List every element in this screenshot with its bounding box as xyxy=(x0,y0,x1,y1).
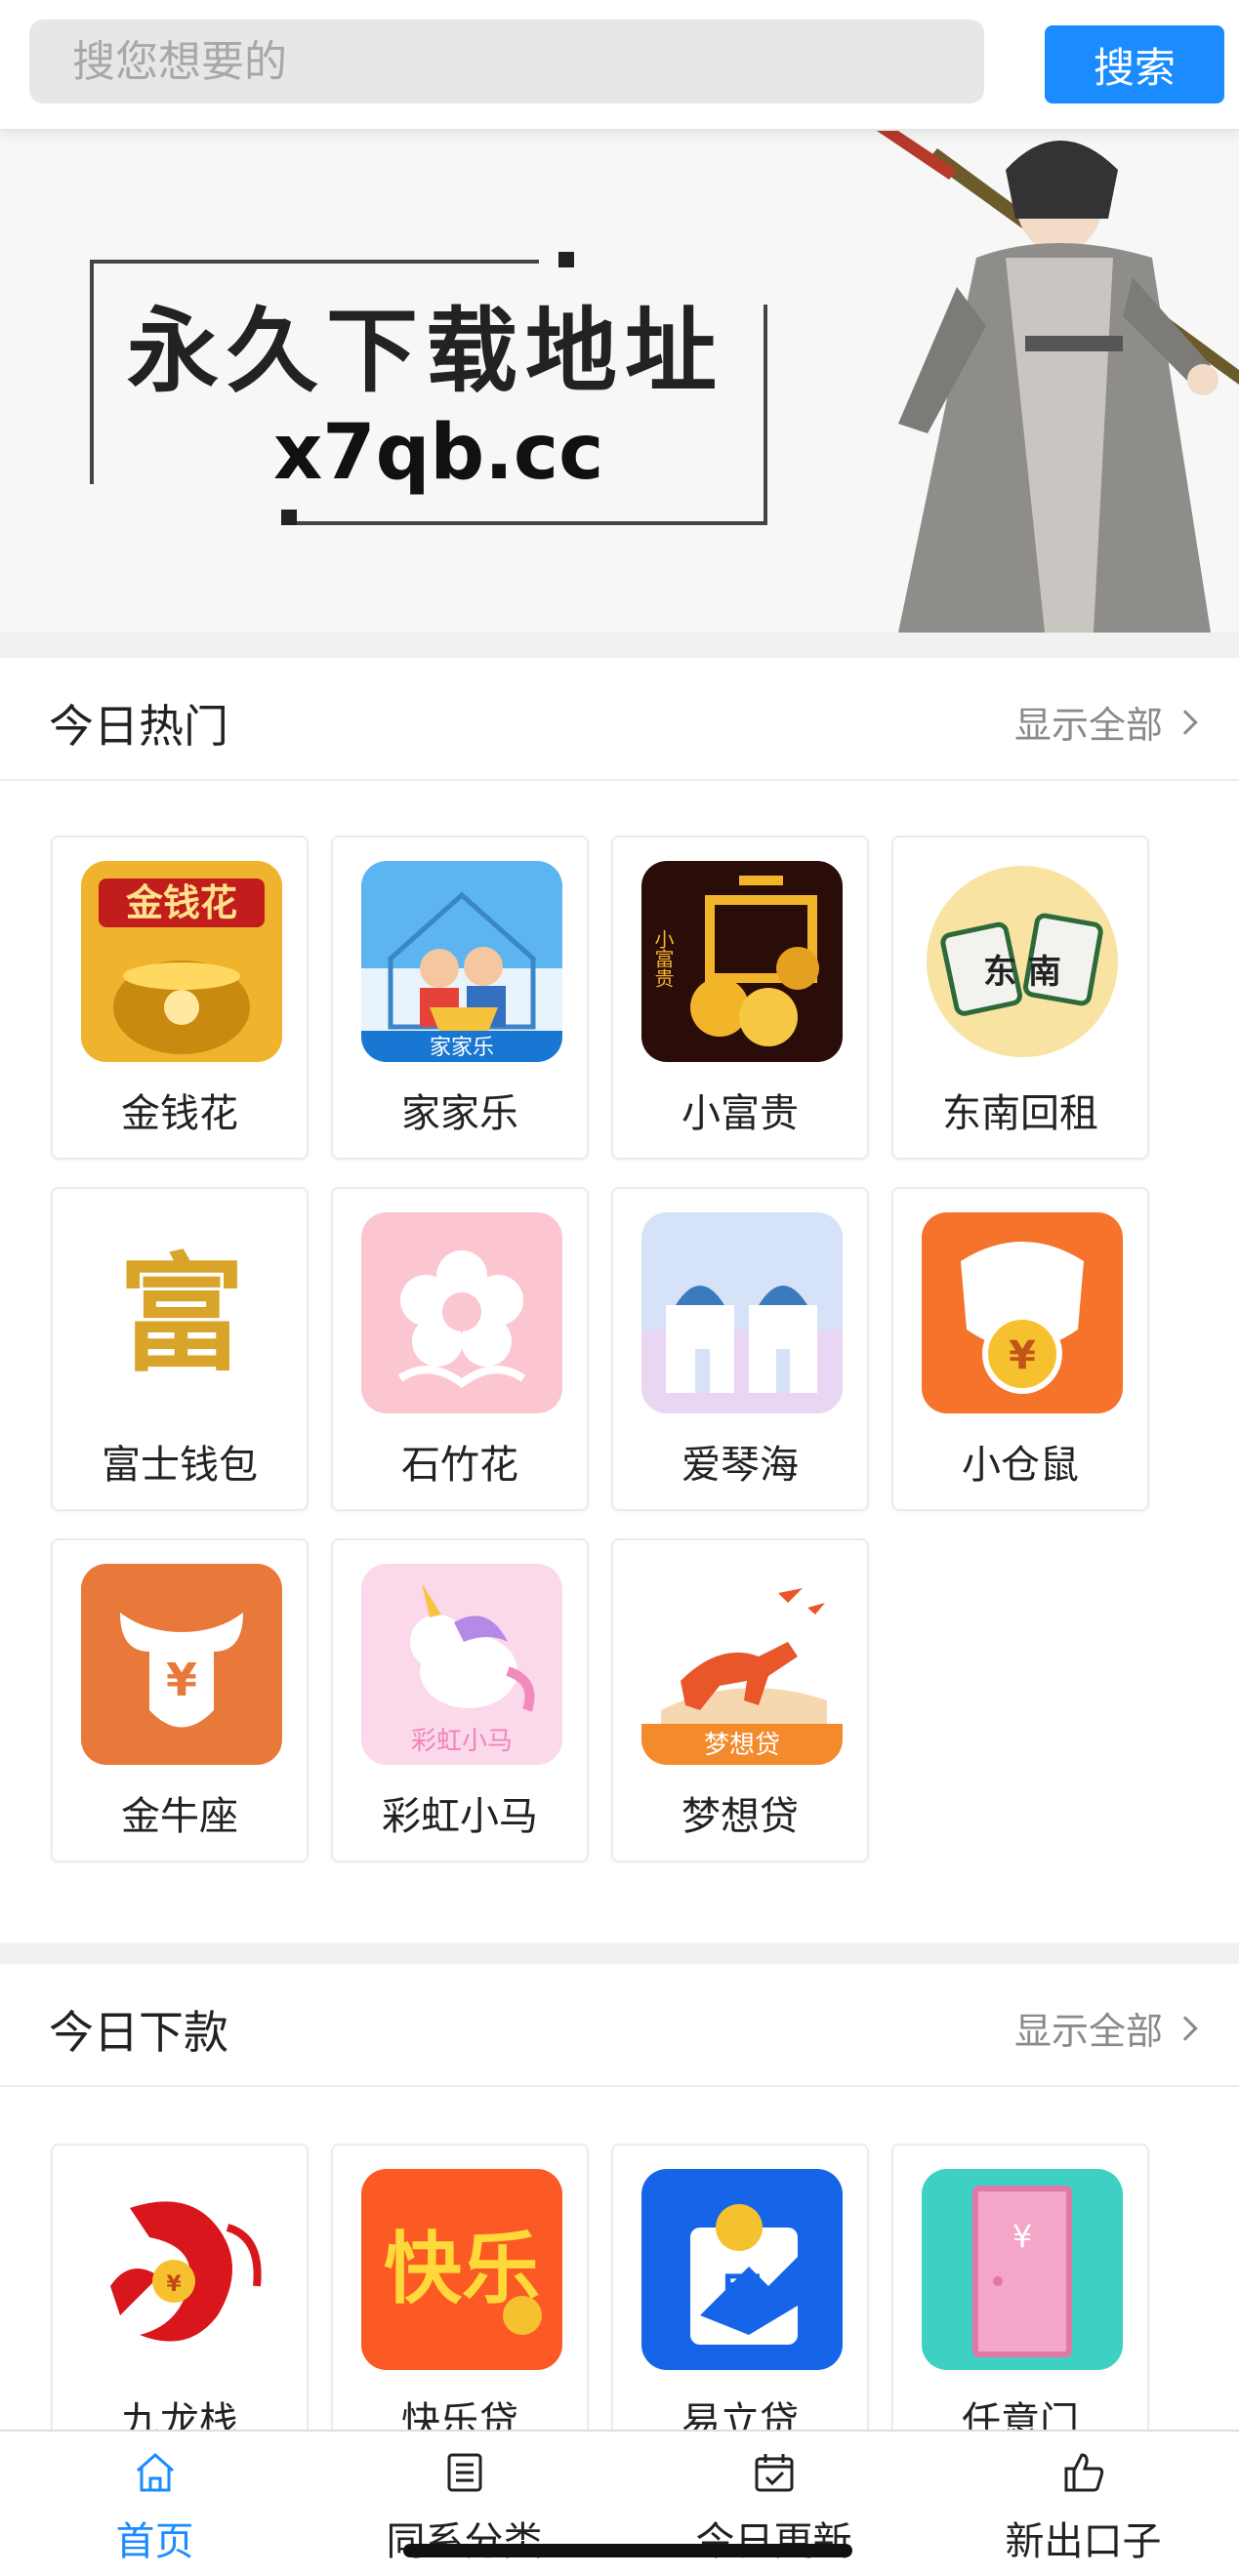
tab-home[interactable]: 首页 xyxy=(0,2432,310,2576)
app-card[interactable]: 东 南 东南回租 xyxy=(891,836,1149,1160)
tab-label: 同系分类 xyxy=(386,2519,543,2564)
thumbs-up-icon xyxy=(1064,2453,1103,2492)
svg-text:彩虹小马: 彩虹小马 xyxy=(411,1727,513,1756)
svg-text:富: 富 xyxy=(118,1240,245,1389)
yi-arrow-icon: 易 xyxy=(641,2169,843,2370)
svg-text:¥: ¥ xyxy=(1012,2218,1032,2255)
pink-door-icon: ¥ xyxy=(922,2169,1123,2370)
show-all-label: 显示全部 xyxy=(1013,704,1163,747)
svg-text:梦想贷: 梦想贷 xyxy=(704,1731,780,1760)
svg-text:¥: ¥ xyxy=(166,2272,182,2297)
app-name: 富士钱包 xyxy=(102,1443,258,1488)
tab-new-loans[interactable]: 新出口子 xyxy=(929,2432,1238,2576)
chevron-right-icon xyxy=(1173,2015,1198,2041)
show-all-link[interactable]: 显示全部 xyxy=(1013,2001,1198,2055)
app-name: 彩虹小马 xyxy=(382,1794,538,1839)
running-horse-icon: 梦想贷 xyxy=(641,1564,843,1765)
app-card[interactable]: 彩虹小马 彩虹小马 xyxy=(331,1538,589,1862)
svg-text:¥: ¥ xyxy=(166,1654,197,1706)
payout-apps-grid: ¥ 九龙栈 快乐 快乐贷 易 易立贷 ¥ 任意门 xyxy=(0,2087,1239,2430)
section-hot-header: 今日热门 显示全部 xyxy=(0,658,1239,781)
app-card[interactable]: ¥ 九龙栈 xyxy=(51,2144,309,2430)
app-name: 金牛座 xyxy=(121,1794,238,1839)
app-name: 任意门 xyxy=(962,2399,1079,2430)
banner-url: x7qb.cc xyxy=(273,409,604,497)
search-header: 搜索 xyxy=(0,0,1239,131)
swordsman-illustration xyxy=(877,131,1239,633)
kuaile-text-icon: 快乐 xyxy=(361,2169,562,2370)
app-name: 小富贵 xyxy=(681,1091,799,1136)
app-name: 小仓鼠 xyxy=(962,1443,1079,1488)
app-name: 九龙栈 xyxy=(121,2399,238,2430)
app-card[interactable]: 金钱花 金钱花 xyxy=(51,836,309,1160)
section-title: 今日下款 xyxy=(49,2006,228,2059)
app-card[interactable]: 易 易立贷 xyxy=(611,2144,869,2430)
bull-head-icon: ¥ xyxy=(81,1564,282,1765)
section-title: 今日热门 xyxy=(49,700,228,753)
section-payout-header: 今日下款 显示全部 xyxy=(0,1964,1239,2087)
show-all-link[interactable]: 显示全部 xyxy=(1013,695,1198,749)
tab-label: 首页 xyxy=(115,2519,194,2564)
svg-text:东 南: 东 南 xyxy=(983,953,1061,992)
hamster-coin-icon: ¥ xyxy=(922,1212,1123,1413)
search-button[interactable]: 搜索 xyxy=(1045,25,1224,103)
app-card[interactable]: 石竹花 xyxy=(331,1187,589,1511)
svg-text:¥: ¥ xyxy=(1009,1333,1036,1378)
app-name: 易立贷 xyxy=(681,2399,799,2430)
app-name: 家家乐 xyxy=(401,1091,518,1136)
banner-title: 永久下载地址 xyxy=(127,298,725,405)
promo-banner[interactable]: 永久下载地址 x7qb.cc xyxy=(0,131,1239,633)
list-icon xyxy=(447,2453,481,2492)
gold-fu-icon: 富 xyxy=(81,1212,282,1413)
calendar-check-icon xyxy=(755,2454,793,2492)
app-name: 快乐贷 xyxy=(401,2399,518,2430)
search-input[interactable] xyxy=(29,20,984,103)
red-dragon-icon: ¥ xyxy=(81,2169,282,2370)
family-house-icon: 家家乐 xyxy=(361,861,562,1062)
app-name: 石竹花 xyxy=(401,1443,518,1488)
unicorn-icon: 彩虹小马 xyxy=(361,1564,562,1765)
app-name: 金钱花 xyxy=(121,1091,238,1136)
home-icon xyxy=(136,2452,174,2492)
domed-building-icon xyxy=(641,1212,843,1413)
home-indicator xyxy=(403,2544,852,2557)
app-card[interactable]: ¥ 金牛座 xyxy=(51,1538,309,1862)
app-card[interactable]: 快乐 快乐贷 xyxy=(331,2144,589,2430)
tab-label: 新出口子 xyxy=(1005,2519,1162,2564)
mahjong-tiles-icon: 东 南 xyxy=(922,861,1123,1062)
app-card[interactable]: 富 富士钱包 xyxy=(51,1187,309,1511)
app-name: 东南回租 xyxy=(942,1091,1098,1136)
app-name: 爱琴海 xyxy=(681,1443,799,1488)
show-all-label: 显示全部 xyxy=(1013,2010,1163,2053)
app-name: 梦想贷 xyxy=(681,1794,799,1839)
tab-label: 今日更新 xyxy=(695,2519,852,2564)
svg-text:小富贵: 小富贵 xyxy=(651,929,675,988)
app-card[interactable]: 梦想贷 梦想贷 xyxy=(611,1538,869,1862)
svg-text:家家乐: 家家乐 xyxy=(430,1036,494,1060)
app-card[interactable]: 爱琴海 xyxy=(611,1187,869,1511)
app-card[interactable]: ¥ 任意门 xyxy=(891,2144,1149,2430)
svg-text:金钱花: 金钱花 xyxy=(125,881,237,924)
svg-text:易: 易 xyxy=(717,2269,767,2328)
hot-apps-grid: 金钱花 金钱花 家家乐 家家乐 小富贵 小富贵 东 南 东南回租 富 富士钱包 … xyxy=(0,781,1239,1942)
gold-coins-icon: 小富贵 xyxy=(641,861,843,1062)
app-card[interactable]: 小富贵 小富贵 xyxy=(611,836,869,1160)
gold-pot-icon: 金钱花 xyxy=(81,861,282,1062)
app-card[interactable]: 家家乐 家家乐 xyxy=(331,836,589,1160)
pink-flower-icon xyxy=(361,1212,562,1413)
app-card[interactable]: ¥ 小仓鼠 xyxy=(891,1187,1149,1511)
chevron-right-icon xyxy=(1173,709,1198,735)
